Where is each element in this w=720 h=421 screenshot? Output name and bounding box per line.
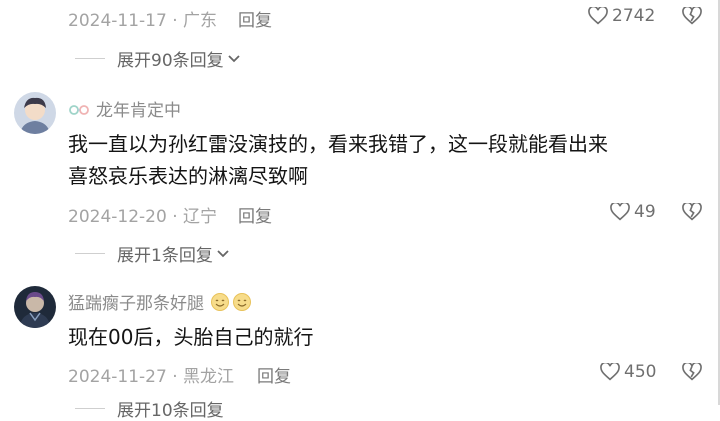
- username: 龙年肯定中: [96, 101, 181, 121]
- heart-outline-icon: [588, 7, 608, 25]
- comment-meta: 2024-11-17 · 广东: [68, 11, 218, 31]
- chevron-down-icon: [217, 249, 229, 257]
- expand-replies[interactable]: 展开10条回复: [75, 396, 224, 421]
- comment-location: 黑龙江: [183, 367, 235, 387]
- username: 猛踹瘸子那条好腿: [68, 294, 204, 314]
- comment-date: 2024-11-17: [68, 11, 167, 31]
- divider-line: [75, 58, 105, 59]
- divider-line: [75, 253, 105, 254]
- avatar[interactable]: [14, 92, 56, 134]
- like-count: 49: [634, 202, 656, 222]
- reply-button[interactable]: 回复: [257, 362, 291, 387]
- comment-text-line: 现在00后，头胎自己的就行: [68, 325, 314, 349]
- chevron-down-icon: [228, 54, 240, 62]
- expand-replies[interactable]: 展开1条回复: [75, 241, 230, 266]
- comment-text: 现在00后，头胎自己的就行: [68, 321, 313, 353]
- reply-button[interactable]: 回复: [238, 202, 272, 227]
- heart-outline-icon: [610, 203, 630, 221]
- comment-meta: 2024-11-27 · 黑龙江: [68, 367, 235, 387]
- username-row[interactable]: 猛踹瘸子那条好腿: [68, 289, 252, 314]
- broken-heart-icon: [682, 5, 702, 25]
- comment-location: 广东: [183, 11, 218, 31]
- broken-heart-icon: [682, 201, 702, 221]
- avatar-image: [14, 92, 56, 134]
- sweat-smile-emoji-icon: [211, 292, 229, 311]
- like-button[interactable]: 2742: [588, 6, 655, 26]
- glasses-badge-icon: [69, 104, 89, 115]
- reply-button[interactable]: 回复: [238, 6, 272, 31]
- expand-replies[interactable]: 展开90条回复: [75, 46, 241, 71]
- dislike-button[interactable]: [682, 5, 702, 29]
- comment-location: 辽宁: [183, 207, 218, 227]
- heart-outline-icon: [600, 363, 620, 381]
- like-button[interactable]: 49: [610, 202, 656, 222]
- comment-date: 2024-12-20: [68, 207, 167, 227]
- expand-text: 展开10条回复: [117, 401, 224, 421]
- expand-text: 展开90条回复: [117, 51, 224, 71]
- avatar[interactable]: [14, 286, 56, 328]
- broken-heart-icon: [682, 361, 702, 381]
- username-row[interactable]: 龙年肯定中: [68, 96, 181, 121]
- sweat-smile-emoji-icon: [233, 292, 251, 311]
- avatar-image: [14, 286, 56, 328]
- divider-line: [75, 408, 105, 409]
- like-count: 2742: [612, 6, 656, 26]
- comment-text: 我一直以为孙红雷没演技的，看来我错了，这一段就能看出来 喜怒哀乐表达的淋漓尽致啊: [68, 128, 608, 192]
- dislike-button[interactable]: [682, 361, 702, 385]
- comment-meta: 2024-12-20 · 辽宁: [68, 207, 218, 227]
- like-count: 450: [624, 362, 657, 382]
- comment-text-line: 喜怒哀乐表达的淋漓尽致啊: [68, 164, 308, 188]
- comment-text-line: 我一直以为孙红雷没演技的，看来我错了，这一段就能看出来: [68, 132, 608, 156]
- like-button[interactable]: 450: [600, 362, 656, 382]
- comment-date: 2024-11-27: [68, 367, 167, 387]
- expand-text: 展开1条回复: [117, 246, 213, 266]
- dislike-button[interactable]: [682, 201, 702, 225]
